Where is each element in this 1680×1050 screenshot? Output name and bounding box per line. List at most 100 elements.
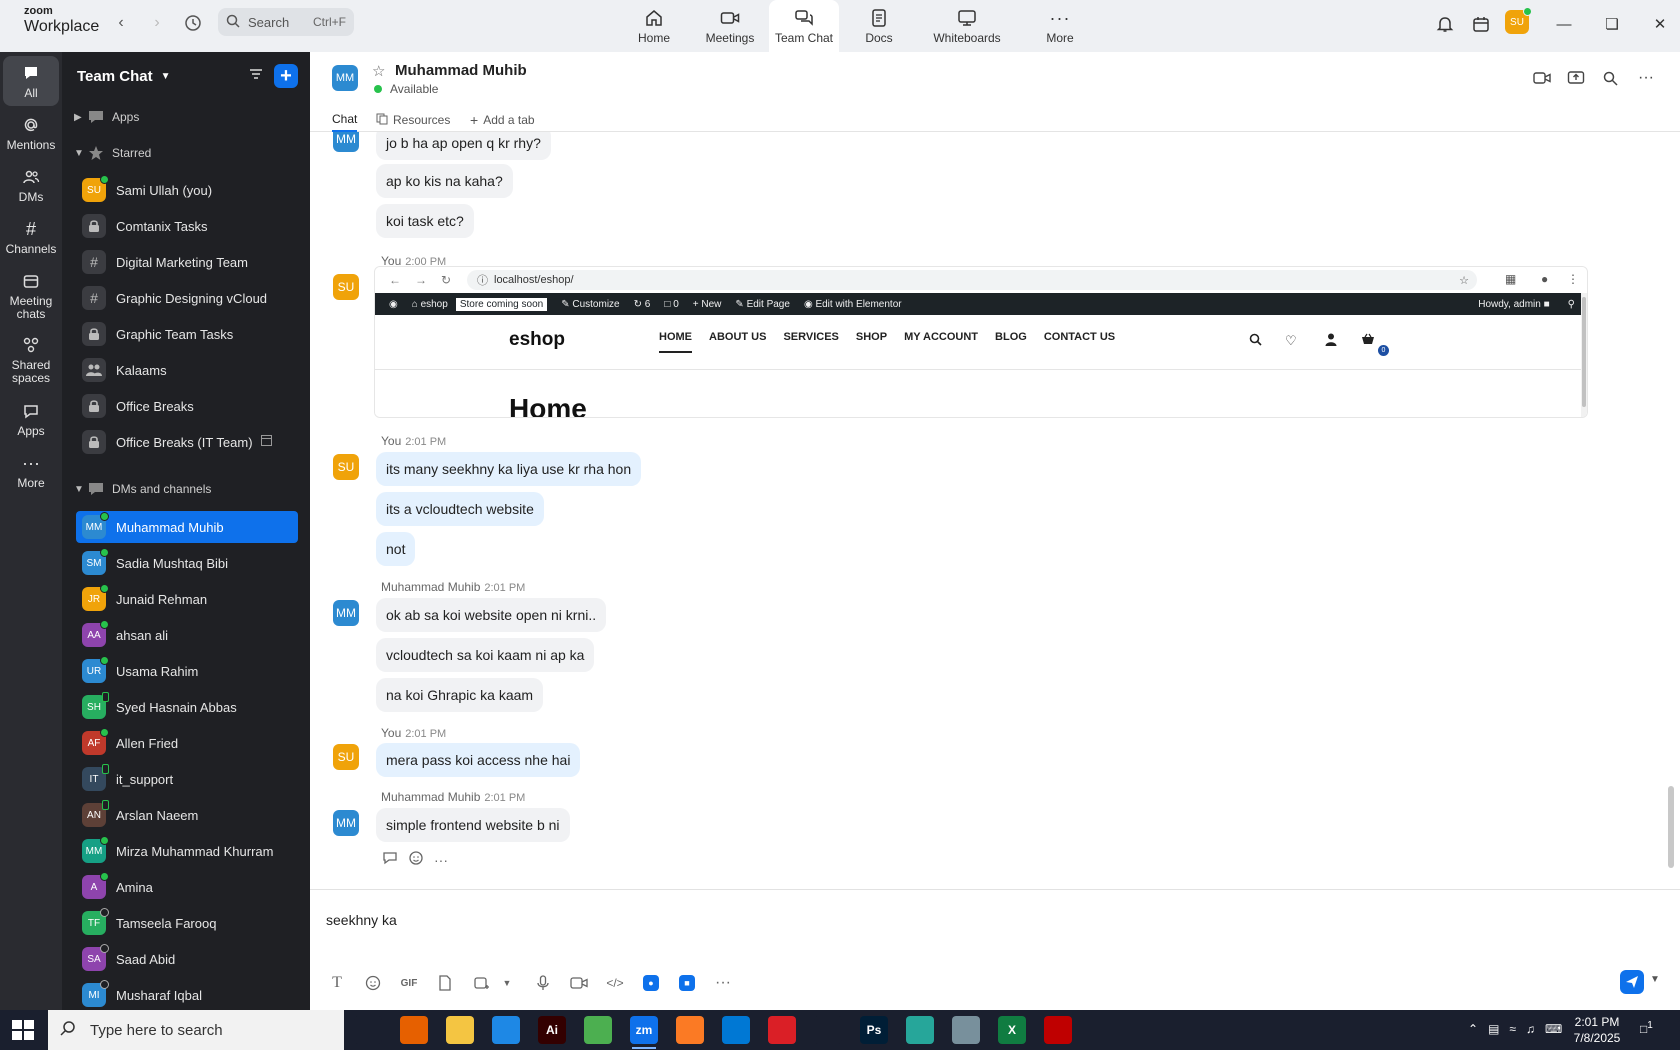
taskbar-app-xampp[interactable]: [676, 1016, 704, 1044]
taskbar-app-firefox[interactable]: [400, 1016, 428, 1044]
screenshot-icon[interactable]: [470, 972, 492, 994]
sender-avatar[interactable]: SU: [333, 274, 359, 300]
taskbar-app-outlook[interactable]: [722, 1016, 750, 1044]
message-input[interactable]: [326, 908, 1626, 932]
message-bubble[interactable]: simple frontend website b ni: [376, 808, 570, 842]
sidebar-item[interactable]: # Graphic Designing vCloud: [76, 282, 298, 314]
nav-meetings[interactable]: Meetings: [691, 0, 769, 52]
more-options-icon[interactable]: ···: [1634, 66, 1658, 90]
taskbar-app-illustrator[interactable]: Ai: [538, 1016, 566, 1044]
star-icon[interactable]: ☆: [372, 62, 385, 80]
message-bubble[interactable]: mera pass koi access nhe hai: [376, 743, 581, 777]
rail-all[interactable]: All: [3, 56, 59, 106]
taskbar-app-file-explorer[interactable]: [446, 1016, 474, 1044]
message-bubble[interactable]: na koi Ghrapic ka kaam: [376, 678, 544, 712]
section-dms-channels[interactable]: ▼ DMs and channels: [74, 478, 211, 500]
sidebar-item[interactable]: # Digital Marketing Team: [76, 246, 298, 278]
emoji-reaction-icon[interactable]: [408, 850, 424, 869]
bell-icon[interactable]: [1433, 12, 1457, 36]
message-bubble[interactable]: its many seekhny ka liya use kr rha hon: [376, 452, 642, 486]
network-icon[interactable]: ▤: [1488, 1022, 1499, 1036]
more-icon[interactable]: ···: [434, 852, 448, 868]
sidebar-item-dm[interactable]: A Amina: [76, 871, 298, 903]
sender-avatar[interactable]: SU: [333, 454, 359, 480]
taskbar-search[interactable]: Type here to search: [48, 1010, 344, 1050]
sidebar-item-dm[interactable]: MM Mirza Muhammad Khurram: [76, 835, 298, 867]
send-button[interactable]: [1620, 970, 1644, 994]
rail-channels[interactable]: # Channels: [3, 218, 59, 256]
rail-dms[interactable]: DMs: [3, 166, 59, 204]
chat-scrollbar[interactable]: [1668, 786, 1674, 868]
taskbar-app-excel[interactable]: X: [998, 1016, 1026, 1044]
sender-avatar[interactable]: MM: [333, 600, 359, 626]
sidebar-item-dm[interactable]: SA Saad Abid: [76, 943, 298, 975]
more-icon[interactable]: ···: [712, 972, 734, 994]
message-bubble[interactable]: its a vcloudtech website: [376, 492, 544, 526]
nav-docs[interactable]: Docs: [839, 0, 919, 52]
chevron-up-icon[interactable]: ⌃: [1468, 1022, 1478, 1036]
message-bubble[interactable]: ap ko kis na kaha?: [376, 164, 513, 198]
taskbar-app-pen-tool[interactable]: [814, 1016, 842, 1044]
video-message-icon[interactable]: [568, 972, 590, 994]
message-bubble[interactable]: ok ab sa koi website open ni krni..: [376, 598, 607, 632]
profile-avatar[interactable]: SU: [1505, 7, 1532, 34]
message-bubble[interactable]: koi task etc?: [376, 204, 474, 238]
sidebar-title[interactable]: Team Chat ▼: [77, 68, 170, 85]
contact-name[interactable]: Muhammad Muhib: [395, 62, 527, 79]
reply-icon[interactable]: [382, 851, 398, 868]
maximize-icon[interactable]: ❏: [1600, 12, 1624, 36]
gif-icon[interactable]: GIF: [398, 972, 420, 994]
sidebar-item-dm[interactable]: MI Musharaf Iqbal: [76, 979, 298, 1011]
calendar-icon[interactable]: [1469, 12, 1493, 36]
taskbar-app-chrome[interactable]: [584, 1016, 612, 1044]
nav-whiteboards[interactable]: Whiteboards: [919, 0, 1015, 52]
taskbar-app-filezilla[interactable]: [1044, 1016, 1072, 1044]
app-icon-2[interactable]: ■: [676, 972, 698, 994]
text-format-icon[interactable]: T: [326, 972, 348, 994]
chevron-down-icon[interactable]: ▼: [1650, 974, 1660, 985]
message-bubble[interactable]: jo b ha ap open q kr rhy?: [376, 132, 551, 160]
sender-avatar[interactable]: MM: [333, 132, 359, 152]
sidebar-item-dm[interactable]: UR Usama Rahim: [76, 655, 298, 687]
taskbar-app-creative-cloud[interactable]: [768, 1016, 796, 1044]
sidebar-item[interactable]: Kalaams: [76, 354, 298, 386]
sidebar-item[interactable]: SU Sami Ullah (you): [76, 174, 298, 206]
back-arrow-icon[interactable]: ‹: [108, 10, 134, 36]
sidebar-item-dm[interactable]: TF Tamseela Farooq: [76, 907, 298, 939]
file-icon[interactable]: [434, 972, 456, 994]
shared-screenshot[interactable]: ← → ↻ ⓘ localhost/eshop/ ☆ ▦ ● ⋮ ◉ ⌂ esh…: [374, 266, 1588, 418]
taskbar-app-task-view[interactable]: [354, 1016, 382, 1044]
sidebar-item-dm[interactable]: AN Arslan Naeem: [76, 799, 298, 831]
search-icon[interactable]: [1598, 66, 1622, 90]
nav-team-chat[interactable]: Team Chat: [769, 0, 839, 52]
forward-arrow-icon[interactable]: ›: [144, 10, 170, 36]
keyboard-icon[interactable]: ⌨: [1545, 1022, 1562, 1036]
sidebar-item-dm[interactable]: SH Syed Hasnain Abbas: [76, 691, 298, 723]
taskbar-app-photoshop[interactable]: Ps: [860, 1016, 888, 1044]
rail-meeting-chats[interactable]: Meeting chats: [3, 270, 59, 320]
video-call-icon[interactable]: [1530, 66, 1554, 90]
section-apps[interactable]: ▶ Apps: [74, 106, 139, 128]
rail-apps[interactable]: Apps: [3, 400, 59, 438]
emoji-icon[interactable]: [362, 972, 384, 994]
wifi-icon[interactable]: ≈: [1509, 1022, 1516, 1036]
sidebar-item-dm[interactable]: MM Muhammad Muhib: [76, 511, 298, 543]
new-chat-button[interactable]: +: [274, 64, 298, 88]
tab-chat[interactable]: Chat: [332, 108, 358, 132]
close-icon[interactable]: ✕: [1648, 12, 1672, 36]
history-icon[interactable]: [180, 10, 206, 36]
sender-avatar[interactable]: MM: [333, 810, 359, 836]
rail-mentions[interactable]: Mentions: [3, 114, 59, 152]
share-screen-icon[interactable]: [1564, 66, 1588, 90]
speaker-icon[interactable]: ♫: [1526, 1022, 1535, 1036]
sidebar-item[interactable]: Office Breaks: [76, 390, 298, 422]
chevron-down-icon[interactable]: ▼: [496, 972, 518, 994]
sidebar-item[interactable]: Graphic Team Tasks: [76, 318, 298, 350]
sidebar-item[interactable]: Office Breaks (IT Team): [76, 426, 298, 458]
taskbar-app-vscode[interactable]: [492, 1016, 520, 1044]
nav-more[interactable]: ··· More: [1015, 0, 1105, 52]
rail-more[interactable]: ··· More: [3, 452, 59, 490]
sidebar-item-dm[interactable]: IT it_support: [76, 763, 298, 795]
nav-home[interactable]: Home: [617, 0, 691, 52]
message-bubble[interactable]: not: [376, 532, 416, 566]
